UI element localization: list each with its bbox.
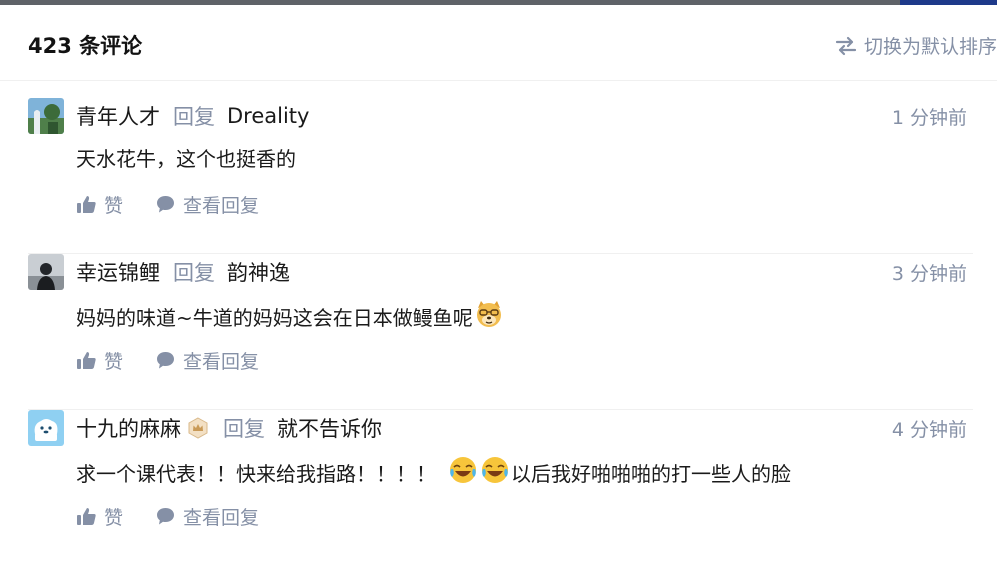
comment-meta: 幸运锦鲤 回复 韵神逸: [76, 257, 290, 287]
reply-target[interactable]: 韵神逸: [227, 257, 290, 287]
comment-time: 4 分钟前: [891, 419, 967, 441]
thumbs-up-icon: [77, 352, 96, 369]
view-replies-button[interactable]: 查看回复: [155, 347, 259, 374]
thumbs-up-icon: [77, 508, 96, 525]
comment-count: 423 条评论: [28, 34, 143, 58]
avatar[interactable]: [28, 254, 64, 290]
like-button[interactable]: 赞: [76, 191, 123, 218]
sort-toggle-button[interactable]: 切换为默认排序: [835, 32, 997, 59]
switch-arrows-icon: [835, 36, 857, 55]
like-button[interactable]: 赞: [76, 347, 123, 374]
reply-word: 回复: [173, 261, 215, 285]
like-label: 赞: [104, 351, 124, 373]
comment-time: 1 分钟前: [891, 107, 967, 129]
comment-author[interactable]: 十九的麻麻: [76, 413, 181, 443]
comment-item: 青年人才 回复 Dreality 1 分钟前 天水花牛，这个也挺香的 赞 查看回…: [28, 98, 973, 254]
comment-text-content: 天水花牛，这个也挺香的: [76, 147, 296, 171]
like-label: 赞: [104, 195, 124, 217]
view-replies-label: 查看回复: [183, 507, 260, 529]
avatar[interactable]: [28, 410, 64, 446]
reply-target[interactable]: Dreality: [227, 104, 309, 128]
view-replies-button[interactable]: 查看回复: [155, 503, 259, 530]
view-replies-label: 查看回复: [183, 351, 260, 373]
sort-toggle-label: 切换为默认排序: [863, 36, 997, 58]
comment-meta: 青年人才 回复 Dreality: [76, 101, 309, 131]
comment-actions: 赞 查看回复: [76, 347, 259, 374]
comment-item: 十九的麻麻 回复 就不告诉你 4 分钟前 求一个课代表！！快来给我指路！！！！: [28, 410, 973, 566]
speech-bubble-icon: [157, 508, 175, 525]
comment-meta: 十九的麻麻 回复 就不告诉你: [76, 413, 382, 443]
comment-text: 求一个课代表！！快来给我指路！！！！ 以后我好啪啪啪的打一些人的脸: [76, 455, 791, 490]
reply-target[interactable]: 就不告诉你: [277, 413, 382, 443]
like-label: 赞: [104, 507, 124, 529]
comment-actions: 赞 查看回复: [76, 191, 259, 218]
avatar[interactable]: [28, 98, 64, 134]
comment-text-content: 妈妈的味道~牛道的妈妈这会在日本做鳗鱼呢: [76, 306, 473, 330]
crown-badge-icon: [187, 417, 209, 439]
like-button[interactable]: 赞: [76, 503, 123, 530]
comment-text-before: 求一个课代表！！快来给我指路！！！！: [76, 462, 436, 486]
reply-word: 回复: [173, 105, 215, 129]
comment-text-after: 以后我好啪啪啪的打一些人的脸: [511, 462, 791, 486]
speech-bubble-icon: [157, 352, 175, 369]
comments-header: 423 条评论 切换为默认排序: [0, 5, 997, 81]
view-replies-button[interactable]: 查看回复: [155, 191, 259, 218]
doge-emoji-icon: [474, 299, 504, 334]
reply-word: 回复: [223, 417, 265, 441]
speech-bubble-icon: [157, 196, 175, 213]
thumbs-up-icon: [77, 196, 96, 213]
comment-text: 妈妈的味道~牛道的妈妈这会在日本做鳗鱼呢: [76, 299, 505, 334]
comment-time: 3 分钟前: [891, 263, 967, 285]
laugh-cry-emoji-icon: [480, 455, 510, 490]
comment-author[interactable]: 青年人才: [76, 101, 160, 131]
comment-item: 幸运锦鲤 回复 韵神逸 3 分钟前 妈妈的味道~牛道的妈妈这会在日本做鳗鱼呢 赞…: [28, 254, 973, 410]
comment-author[interactable]: 幸运锦鲤: [76, 257, 160, 287]
comment-text: 天水花牛，这个也挺香的: [76, 143, 296, 172]
laugh-cry-emoji-icon: [448, 455, 478, 490]
view-replies-label: 查看回复: [183, 195, 260, 217]
comment-actions: 赞 查看回复: [76, 503, 259, 530]
